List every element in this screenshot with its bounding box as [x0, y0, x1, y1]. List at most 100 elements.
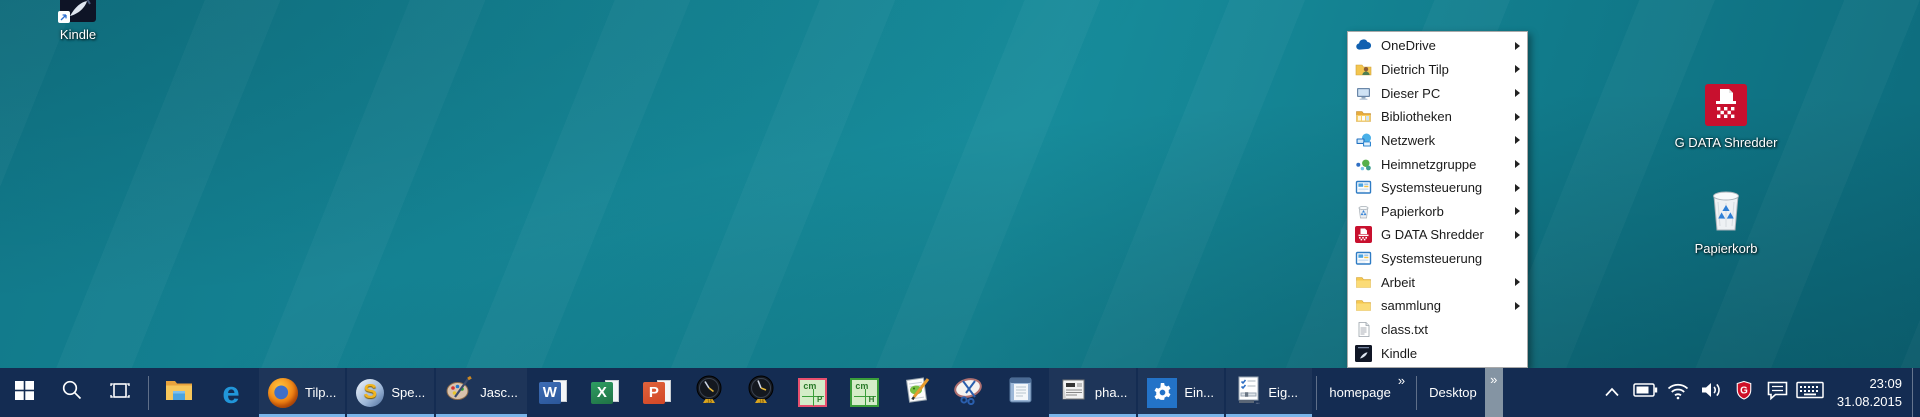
- edge-button[interactable]: e: [205, 368, 257, 417]
- cm-grid-icon: cmH: [850, 378, 879, 407]
- svg-text:.15: .15: [706, 398, 713, 403]
- desktop-toolbar-menu: OneDrive Dietrich Tilp Dieser PC Bibliot…: [1347, 31, 1528, 368]
- user-folder-icon: [1355, 61, 1372, 78]
- volume-tray-button[interactable]: [1695, 368, 1728, 417]
- submenu-arrow-icon: [1515, 184, 1520, 192]
- menu-item-papierkorb[interactable]: Papierkorb: [1348, 199, 1527, 223]
- powerpoint-icon: P: [643, 380, 671, 406]
- menu-item-sammlung[interactable]: sammlung: [1348, 294, 1527, 318]
- show-desktop-button[interactable]: [1912, 368, 1920, 417]
- cm-grid-app-2-button[interactable]: cmH: [839, 368, 891, 417]
- menu-item-label: Papierkorb: [1381, 204, 1444, 219]
- taskbar-separator: [1316, 376, 1317, 410]
- text-file-icon: [1355, 321, 1372, 338]
- menu-item-label: Systemsteuerung: [1381, 180, 1482, 195]
- menu-item-heimnetzgruppe[interactable]: Heimnetzgruppe: [1348, 152, 1527, 176]
- show-hidden-icons-button[interactable]: [1596, 368, 1629, 417]
- gdata-tray-button[interactable]: G: [1728, 368, 1761, 417]
- notepad-button[interactable]: [995, 368, 1047, 417]
- menu-item-arbeit[interactable]: Arbeit: [1348, 270, 1527, 294]
- toolbar-label[interactable]: homepage: [1329, 385, 1390, 400]
- document-pencil-app-button[interactable]: [891, 368, 943, 417]
- snipping-tool-button[interactable]: [943, 368, 995, 417]
- s-app-icon: S: [356, 379, 384, 407]
- action-center-button[interactable]: [1761, 368, 1794, 417]
- taskbar-window-pha[interactable]: pha...: [1049, 368, 1137, 417]
- tray-time: 23:09: [1837, 375, 1902, 393]
- menu-item-dieser-pc[interactable]: Dieser PC: [1348, 81, 1527, 105]
- menu-item-class-txt[interactable]: class.txt: [1348, 318, 1527, 342]
- toolbar-label[interactable]: Desktop: [1429, 385, 1477, 400]
- firefox-icon: [268, 378, 298, 408]
- keyboard-icon: [1796, 381, 1824, 404]
- search-icon: [61, 379, 83, 406]
- svg-text:...: ...: [1256, 400, 1260, 405]
- submenu-arrow-icon: [1515, 113, 1520, 121]
- taskbar-window-jasc[interactable]: Jasc...: [436, 368, 527, 417]
- edge-icon: e: [222, 377, 239, 408]
- taskbar-window-label: Spe...: [391, 385, 425, 400]
- menu-item-systemsteuerung-2[interactable]: Systemsteuerung: [1348, 247, 1527, 271]
- menu-item-kindle[interactable]: Kindle: [1348, 341, 1527, 365]
- submenu-arrow-icon: [1515, 207, 1520, 215]
- taskbar-window-properties[interactable]: ... Eig...: [1226, 368, 1312, 417]
- taskbar-window-label: Ein...: [1184, 385, 1214, 400]
- menu-item-label: Kindle: [1381, 346, 1417, 361]
- taskbar: e Tilp... S Spe... Jasc... W X P .15: [0, 368, 1920, 417]
- menu-item-gdata-shredder[interactable]: G DATA Shredder: [1348, 223, 1527, 247]
- clock-app-1-button[interactable]: .15: [683, 368, 735, 417]
- taskbar-window-settings[interactable]: Ein...: [1138, 368, 1224, 417]
- menu-item-label: Systemsteuerung: [1381, 251, 1482, 266]
- gdata-shredder-icon: [1705, 84, 1747, 131]
- control-panel-icon: [1355, 250, 1372, 267]
- taskbar-window-label: Jasc...: [480, 385, 518, 400]
- powerpoint-button[interactable]: P: [631, 368, 683, 417]
- desktop-icon-gdata-shredder[interactable]: G DATA Shredder: [1662, 84, 1790, 150]
- toolbar-chevron-button[interactable]: »: [1395, 373, 1408, 388]
- wifi-tray-button[interactable]: [1662, 368, 1695, 417]
- menu-item-netzwerk[interactable]: Netzwerk: [1348, 129, 1527, 153]
- task-view-button[interactable]: [96, 368, 144, 417]
- word-button[interactable]: W: [527, 368, 579, 417]
- file-explorer-button[interactable]: [153, 368, 205, 417]
- word-icon: W: [539, 380, 567, 406]
- action-center-icon: [1766, 380, 1789, 406]
- cm-grid-app-1-button[interactable]: cmP: [787, 368, 839, 417]
- kindle-icon: [1355, 345, 1372, 362]
- search-button[interactable]: [48, 368, 96, 417]
- desktop-icon-label: Papierkorb: [1695, 241, 1758, 256]
- computer-icon: [1355, 85, 1372, 102]
- libraries-icon: [1355, 108, 1372, 125]
- taskbar-window-firefox[interactable]: Tilp...: [259, 368, 345, 417]
- menu-item-label: sammlung: [1381, 298, 1441, 313]
- toolbar-chevron-button-pressed[interactable]: »: [1485, 368, 1503, 417]
- menu-item-label: Arbeit: [1381, 275, 1415, 290]
- excel-button[interactable]: X: [579, 368, 631, 417]
- menu-item-label: Dieser PC: [1381, 86, 1440, 101]
- checklist-icon: ...: [1235, 376, 1261, 409]
- windows-logo-icon: [15, 381, 34, 405]
- shortcut-arrow-icon: [58, 11, 70, 23]
- menu-item-onedrive[interactable]: OneDrive: [1348, 34, 1527, 58]
- clock-app-2-button[interactable]: .16: [735, 368, 787, 417]
- submenu-arrow-icon: [1515, 42, 1520, 50]
- battery-tray-button[interactable]: [1629, 368, 1662, 417]
- start-button[interactable]: [0, 368, 48, 417]
- menu-item-bibliotheken[interactable]: Bibliotheken: [1348, 105, 1527, 129]
- taskbar-separator: [148, 376, 149, 410]
- taskbar-window-label: Eig...: [1268, 385, 1298, 400]
- newspaper-icon: [1058, 376, 1088, 409]
- file-explorer-icon: [165, 378, 193, 407]
- document-pencil-icon: [902, 375, 932, 410]
- submenu-arrow-icon: [1515, 231, 1520, 239]
- excel-icon: X: [591, 380, 619, 406]
- tray-clock[interactable]: 23:09 31.08.2015: [1827, 375, 1912, 410]
- desktop-icon-papierkorb[interactable]: Papierkorb: [1662, 188, 1790, 256]
- touch-keyboard-button[interactable]: [1794, 368, 1827, 417]
- menu-item-systemsteuerung[interactable]: Systemsteuerung: [1348, 176, 1527, 200]
- menu-item-dietrich-tilp[interactable]: Dietrich Tilp: [1348, 58, 1527, 82]
- desktop-icon-kindle[interactable]: Kindle: [18, 0, 138, 42]
- taskbar-window-s-app[interactable]: S Spe...: [347, 368, 434, 417]
- svg-text:G: G: [1741, 385, 1749, 396]
- cm-grid-icon: cmP: [798, 378, 827, 407]
